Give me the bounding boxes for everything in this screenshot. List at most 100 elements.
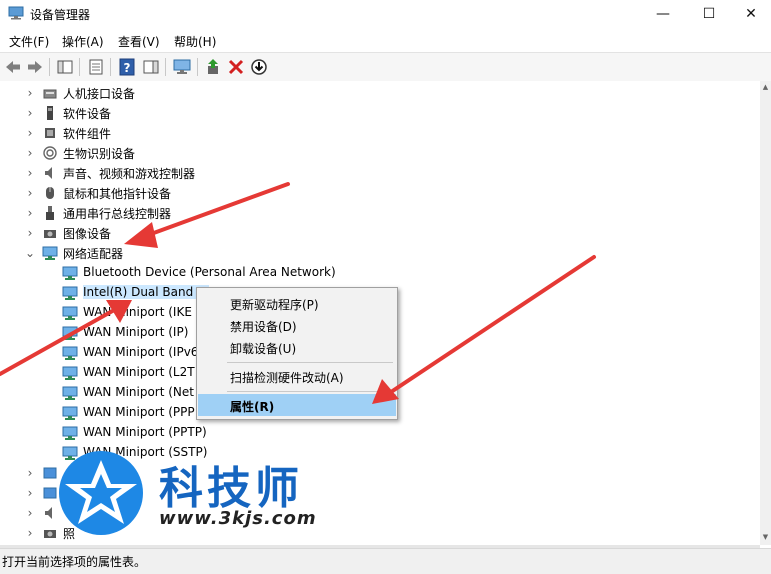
chevron-right-icon[interactable]: ›: [24, 186, 36, 200]
menu-item-disable-device[interactable]: 禁用设备(D): [198, 314, 396, 336]
mouse-icon: [46, 187, 54, 199]
camera-icon: [44, 230, 56, 238]
tree-item-label: WAN Miniport (IKE: [83, 305, 192, 319]
usb-icon: [46, 206, 54, 220]
tree-item-label: 生物识别设备: [63, 147, 136, 161]
tree-item-label: 软件设备: [63, 107, 112, 121]
watermark-url: www.3kjs.com: [159, 508, 317, 529]
device-category-row[interactable]: › 生物识别设备: [0, 143, 700, 163]
close-button[interactable]: ✕: [731, 0, 771, 28]
chevron-right-icon[interactable]: ›: [24, 166, 36, 180]
scroll-up-icon[interactable]: ▲: [761, 83, 770, 93]
speaker-icon: [45, 167, 52, 179]
forward-icon[interactable]: [25, 57, 45, 77]
chevron-right-icon[interactable]: ›: [24, 86, 36, 100]
network-adapter-icon: [62, 266, 78, 280]
tree-item-label: WAN Miniport (PPTP): [83, 425, 207, 439]
tree-item-label: Bluetooth Device (Personal Area Network): [83, 265, 336, 279]
fingerprint-icon: [43, 146, 57, 160]
menu-action[interactable]: 操作(A): [62, 33, 104, 50]
hid-icon: [43, 89, 57, 99]
device-category-row[interactable]: › 鼠标和其他指针设备: [0, 183, 700, 203]
device-category-row[interactable]: ⌄ 网络适配器: [0, 243, 700, 263]
watermark-logo: [59, 451, 143, 535]
device-category-row[interactable]: › 软件组件: [0, 123, 700, 143]
maximize-button[interactable]: ☐: [686, 0, 732, 28]
tree-item-label: WAN Miniport (Net: [83, 385, 194, 399]
network-adapter-icon: [62, 326, 78, 340]
chevron-right-icon[interactable]: ›: [24, 206, 36, 220]
status-bar: 打开当前选择项的属性表。: [0, 548, 771, 574]
download-icon[interactable]: [249, 57, 269, 77]
uninstall-device-icon[interactable]: [226, 57, 246, 77]
network-adapter-item[interactable]: WAN Miniport (PPTP): [0, 423, 700, 443]
device-category-row[interactable]: › 软件设备: [0, 103, 700, 123]
chevron-right-icon[interactable]: ›: [24, 526, 36, 540]
tree-item-label: 图像设备: [63, 227, 112, 241]
tree-item-label: Intel(R) Dual Band W: [83, 285, 209, 299]
properties-icon[interactable]: [86, 57, 106, 77]
network-adapter-icon: [62, 426, 78, 440]
network-adapter-icon: [42, 246, 58, 260]
chevron-right-icon[interactable]: ›: [24, 106, 36, 120]
tree-item-label: 网络适配器: [63, 247, 124, 261]
show-hide-console-tree-icon[interactable]: [55, 57, 75, 77]
chevron-right-icon[interactable]: ›: [24, 126, 36, 140]
tree-item-label: WAN Miniport (L2T: [83, 365, 195, 379]
update-driver-icon[interactable]: [204, 57, 224, 77]
menu-item-scan-hardware[interactable]: 扫描检测硬件改动(A): [198, 365, 396, 387]
chevron-right-icon[interactable]: ›: [24, 146, 36, 160]
window-title: 设备管理器: [30, 8, 91, 22]
tree-item-label: WAN Miniport (PPP: [83, 405, 195, 419]
device-category-row[interactable]: › 人机接口设备: [0, 83, 700, 103]
vertical-scrollbar[interactable]: ▲ ▼: [760, 81, 771, 545]
watermark: 科技师 www.3kjs.com: [55, 448, 345, 538]
menu-help[interactable]: 帮助(H): [174, 33, 216, 50]
menu-item-update-driver[interactable]: 更新驱动程序(P): [198, 292, 396, 314]
device-category-row[interactable]: › 图像设备: [0, 223, 700, 243]
device-category-row[interactable]: › 声音、视频和游戏控制器: [0, 163, 700, 183]
tree-item-label: 软件组件: [63, 127, 112, 141]
network-adapter-icon: [62, 366, 78, 380]
chevron-right-icon[interactable]: ›: [24, 226, 36, 240]
tree-item-label: WAN Miniport (IPv6: [83, 345, 199, 359]
action-pane-icon[interactable]: [141, 57, 161, 77]
menu-separator: [227, 362, 393, 363]
device-category-row[interactable]: › 通用串行总线控制器: [0, 203, 700, 223]
network-adapter-icon: [62, 286, 78, 300]
tree-item-label: 人机接口设备: [63, 87, 136, 101]
toolbar: ?: [0, 52, 771, 82]
tree-item-label: WAN Miniport (IP): [83, 325, 189, 339]
menu-view[interactable]: 查看(V): [118, 33, 160, 50]
menu-bar: 文件(F) 操作(A) 查看(V) 帮助(H): [0, 28, 771, 52]
minimize-button[interactable]: —: [640, 0, 686, 28]
network-adapter-icon: [62, 346, 78, 360]
scroll-down-icon[interactable]: ▼: [761, 533, 770, 543]
chevron-right-icon[interactable]: ›: [24, 466, 36, 480]
back-icon[interactable]: [3, 57, 23, 77]
tree-item-label: 鼠标和其他指针设备: [63, 187, 172, 201]
chevron-right-icon[interactable]: ›: [24, 486, 36, 500]
network-adapter-icon: [62, 386, 78, 400]
help-icon[interactable]: ?: [117, 57, 137, 77]
menu-item-uninstall-device[interactable]: 卸载设备(U): [198, 336, 396, 358]
software-device-icon: [47, 106, 53, 120]
scan-hardware-icon[interactable]: [172, 57, 192, 77]
chevron-right-icon[interactable]: ›: [24, 506, 36, 520]
tree-item-label: 声音、视频和游戏控制器: [63, 167, 196, 181]
chevron-down-icon[interactable]: ⌄: [24, 246, 36, 260]
network-adapter-icon: [62, 406, 78, 420]
watermark-title: 科技师: [159, 463, 303, 514]
status-text: 打开当前选择项的属性表。: [2, 555, 147, 569]
menu-separator: [227, 391, 393, 392]
context-menu: 更新驱动程序(P) 禁用设备(D) 卸载设备(U) 扫描检测硬件改动(A) 属性…: [196, 287, 398, 420]
network-adapter-item[interactable]: Bluetooth Device (Personal Area Network): [0, 263, 700, 283]
device-manager-icon: [8, 6, 24, 20]
tree-item-label: 通用串行总线控制器: [63, 207, 172, 221]
menu-file[interactable]: 文件(F): [9, 33, 49, 50]
software-component-icon: [45, 128, 55, 138]
svg-text:?: ?: [124, 61, 131, 75]
menu-item-properties[interactable]: 属性(R): [198, 394, 396, 416]
network-adapter-icon: [62, 306, 78, 320]
title-bar: 设备管理器 — ☐ ✕: [0, 0, 771, 28]
